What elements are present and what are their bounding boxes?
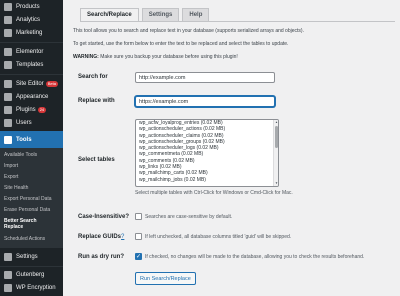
- tools-submenu: Available Tools Import Export Site Healt…: [0, 148, 63, 248]
- appearance-icon: [4, 93, 12, 101]
- sidebar-item-label: Site Editor: [16, 81, 44, 87]
- case-insensitive-label: Case-Insensitive?: [78, 214, 130, 220]
- table-option[interactable]: wp_mailchimp_jobs (0.02 MB): [136, 177, 278, 183]
- sidebar-item-label: WP Encryption: [16, 285, 56, 291]
- instructions-text: To get started, use the form below to en…: [73, 41, 289, 47]
- sidebar-item-label: Analytics: [16, 17, 41, 23]
- sidebar-item-label: Products: [16, 4, 40, 10]
- sidebar-item-analytics[interactable]: Analytics: [0, 13, 63, 27]
- elementor-icon: [4, 48, 12, 56]
- admin-sidebar: Products Analytics Marketing Elementor T…: [0, 0, 63, 296]
- sidebar-item-label: Plugins: [16, 107, 36, 113]
- replace-label: Replace with: [78, 98, 115, 104]
- scroll-up-icon[interactable]: ▲: [275, 121, 278, 124]
- sidebar-item-users[interactable]: Users: [0, 116, 63, 130]
- tab-search-replace[interactable]: Search/Replace: [80, 8, 139, 22]
- analytics-icon: [4, 16, 12, 24]
- site-editor-icon: [4, 80, 12, 88]
- tab-settings[interactable]: Settings: [141, 8, 180, 22]
- sidebar-item-gutenberg[interactable]: Gutenberg: [0, 268, 63, 282]
- intro-text: This tool allows you to search and repla…: [73, 28, 304, 34]
- replace-guids-label: Replace GUIDs?: [78, 234, 124, 240]
- sidebar-item-label: Settings: [16, 254, 38, 260]
- products-icon: [4, 3, 12, 11]
- users-icon: [4, 119, 12, 127]
- select-tables-label: Select tables: [78, 157, 115, 163]
- sidebar-item-label: Marketing: [16, 30, 43, 36]
- sidebar-item-elementor[interactable]: Elementor: [0, 45, 63, 59]
- sidebar-item-wp-encryption[interactable]: WP Encryption: [0, 281, 63, 295]
- tab-divider: [80, 21, 395, 22]
- dry-run-description: If checked, no changes will be made to t…: [145, 254, 365, 260]
- marketing-icon: [4, 29, 12, 37]
- sidebar-item-label: Tools: [16, 136, 32, 143]
- scrollbar-thumb[interactable]: [275, 126, 278, 148]
- warning-label: WARNING:: [73, 54, 99, 60]
- listbox-scrollbar[interactable]: ▲ ▼: [273, 120, 278, 186]
- submenu-scheduled-actions[interactable]: Scheduled Actions: [4, 236, 45, 242]
- wrench-icon: [4, 135, 12, 144]
- sidebar-item-site-editor[interactable]: Site Editor Beta: [0, 77, 63, 91]
- templates-icon: [4, 61, 12, 69]
- submenu-available-tools[interactable]: Available Tools: [4, 152, 37, 158]
- scroll-down-icon[interactable]: ▼: [275, 182, 278, 185]
- sidebar-item-label: Users: [16, 120, 32, 126]
- replace-guids-checkbox[interactable]: [135, 233, 142, 240]
- tables-description: Select multiple tables with Ctrl-Click f…: [135, 190, 293, 196]
- tab-bar: Search/Replace Settings Help: [80, 8, 212, 22]
- guids-help-link[interactable]: ?: [121, 234, 124, 240]
- encryption-icon: [4, 284, 12, 292]
- sidebar-item-label: Gutenberg: [16, 272, 45, 278]
- update-count-badge: 24: [37, 107, 47, 113]
- submenu-better-search-replace[interactable]: Better Search Replace: [4, 218, 48, 230]
- submenu-erase-personal-data[interactable]: Erase Personal Data: [4, 207, 50, 213]
- sidebar-divider: [0, 266, 63, 267]
- submenu-site-health[interactable]: Site Health: [4, 185, 28, 191]
- sidebar-item-label: Templates: [16, 62, 44, 68]
- plugins-icon: [4, 106, 12, 114]
- settings-icon: [4, 253, 12, 261]
- sidebar-divider: [0, 74, 63, 75]
- gutenberg-icon: [4, 271, 12, 279]
- warning-message: Make sure you backup your database befor…: [98, 54, 238, 60]
- sidebar-item-templates[interactable]: Templates: [0, 58, 63, 72]
- sidebar-item-label: Elementor: [16, 49, 44, 55]
- dry-run-label: Run as dry run?: [78, 254, 125, 260]
- submenu-export-personal-data[interactable]: Export Personal Data: [4, 196, 52, 202]
- beta-badge: Beta: [45, 81, 58, 87]
- sidebar-item-tools[interactable]: Tools: [0, 131, 63, 148]
- sidebar-item-marketing[interactable]: Marketing: [0, 26, 63, 40]
- warning-text: WARNING: Make sure you backup your datab…: [73, 54, 238, 60]
- tab-help[interactable]: Help: [182, 8, 210, 22]
- main-content: Search/Replace Settings Help This tool a…: [63, 0, 400, 296]
- case-insensitive-description: Searches are case-sensitive by default.: [145, 214, 233, 220]
- sidebar-item-label: Appearance: [16, 94, 49, 100]
- tables-listbox[interactable]: wp_acfw_loyalprog_entries (0.02 MB) wp_a…: [135, 119, 279, 187]
- dry-run-checkbox[interactable]: ✓: [135, 253, 142, 260]
- sidebar-item-settings[interactable]: Settings: [0, 250, 63, 264]
- submenu-export[interactable]: Export: [4, 174, 18, 180]
- search-label: Search for: [78, 74, 108, 80]
- checkmark-icon: ✓: [135, 253, 142, 260]
- sidebar-item-plugins[interactable]: Plugins 24: [0, 103, 63, 117]
- sidebar-item-appearance[interactable]: Appearance: [0, 90, 63, 104]
- case-insensitive-checkbox[interactable]: [135, 213, 142, 220]
- replace-guids-description: If left unchecked, all database columns …: [145, 234, 292, 240]
- submenu-import[interactable]: Import: [4, 163, 18, 169]
- replace-guids-text: Replace GUIDs: [78, 234, 122, 240]
- search-input[interactable]: http://example.com: [135, 72, 275, 83]
- sidebar-item-products[interactable]: Products: [0, 0, 63, 14]
- sidebar-divider: [0, 42, 63, 43]
- run-search-replace-button[interactable]: Run Search/Replace: [135, 272, 196, 285]
- replace-input[interactable]: https://example.com: [135, 96, 275, 107]
